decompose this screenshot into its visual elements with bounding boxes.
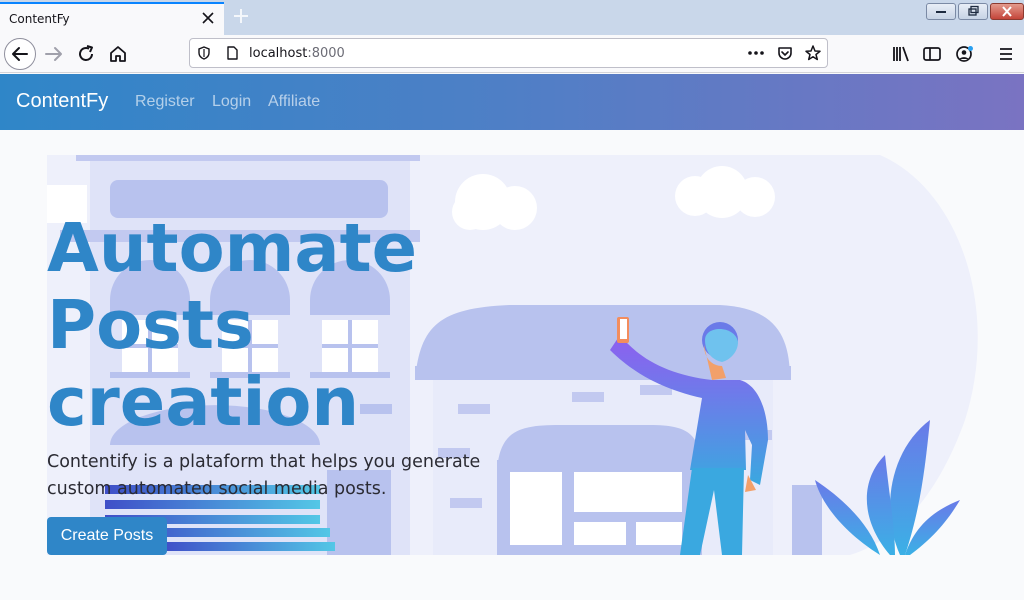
tab-title: ContentFy — [9, 12, 70, 26]
home-icon[interactable] — [104, 40, 132, 68]
minimize-button[interactable] — [926, 3, 956, 20]
library-icon[interactable] — [887, 40, 915, 68]
create-posts-button[interactable]: Create Posts — [47, 517, 167, 555]
forward-arrow-icon[interactable] — [40, 40, 68, 68]
browser-tab[interactable]: ContentFy — [0, 2, 224, 35]
brand-logo[interactable]: ContentFy — [16, 90, 108, 113]
pocket-icon[interactable] — [776, 44, 794, 62]
url-host: localhost — [249, 46, 308, 61]
browser-titlebar: ContentFy — [0, 0, 1024, 35]
hero-subtitle-line: custom automated social media posts. — [47, 479, 387, 499]
page-icon[interactable] — [224, 45, 240, 61]
hero-subtitle: Contentify is a plataform that helps you… — [47, 449, 487, 503]
hero-title-line: Posts — [47, 286, 254, 364]
nav-link-affiliate[interactable]: Affiliate — [268, 93, 320, 111]
star-icon[interactable] — [804, 44, 822, 62]
hero-title-line: creation — [47, 363, 360, 441]
hero-subtitle-line: Contentify is a plataform that helps you… — [47, 452, 481, 472]
window-close-button[interactable] — [990, 3, 1024, 20]
menu-icon[interactable] — [992, 40, 1020, 68]
hero-title-line: Automate — [47, 209, 418, 287]
nav-link-register[interactable]: Register — [135, 93, 195, 111]
account-icon[interactable] — [950, 40, 978, 68]
hero-section: Automate Posts creation Contentify is a … — [0, 130, 1024, 600]
url-text[interactable]: localhost:8000 — [249, 46, 345, 61]
address-bar[interactable]: localhost:8000 — [189, 38, 828, 68]
shield-icon[interactable] — [196, 45, 212, 61]
hero-title: Automate Posts creation — [47, 210, 467, 441]
restore-button[interactable] — [958, 3, 988, 20]
plus-icon[interactable] — [231, 6, 251, 26]
nav-link-login[interactable]: Login — [212, 93, 251, 111]
close-icon[interactable] — [200, 10, 216, 26]
browser-toolbar: localhost:8000 — [0, 35, 1024, 73]
back-arrow-icon[interactable] — [4, 38, 36, 70]
more-icon[interactable] — [747, 45, 765, 61]
sidebar-icon[interactable] — [918, 40, 946, 68]
url-port: :8000 — [307, 46, 345, 61]
site-navbar: ContentFy Register Login Affiliate — [0, 74, 1024, 130]
reload-icon[interactable] — [72, 40, 100, 68]
